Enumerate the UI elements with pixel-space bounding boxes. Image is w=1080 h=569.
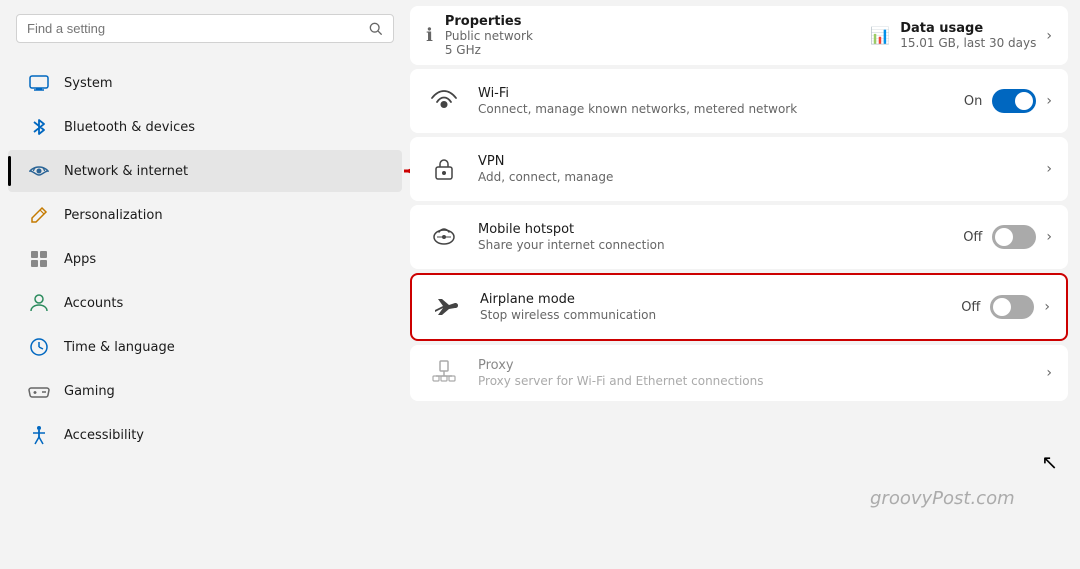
hotspot-right: Off ›: [963, 225, 1052, 249]
airplane-right: Off ›: [961, 295, 1050, 319]
vpn-card[interactable]: VPN Add, connect, manage ›: [410, 137, 1068, 201]
wifi-right: On ›: [964, 89, 1052, 113]
sidebar: System Bluetooth & devices Network & int…: [0, 0, 410, 569]
properties-text: Properties Public network 5 GHz: [445, 14, 533, 57]
data-usage-subtitle: 15.01 GB, last 30 days: [900, 36, 1036, 50]
sidebar-item-label: System: [64, 76, 112, 91]
wifi-title: Wi-Fi: [478, 86, 948, 101]
sidebar-item-system[interactable]: System: [8, 62, 402, 104]
airplane-text: Airplane mode Stop wireless communicatio…: [480, 292, 945, 322]
hotspot-chevron: ›: [1046, 229, 1052, 245]
sidebar-item-bluetooth[interactable]: Bluetooth & devices: [8, 106, 402, 148]
hotspot-icon: [426, 219, 462, 255]
hotspot-card[interactable]: Mobile hotspot Share your internet conne…: [410, 205, 1068, 269]
data-usage-title: Data usage: [900, 21, 1036, 36]
proxy-chevron: ›: [1046, 365, 1052, 381]
sidebar-item-time[interactable]: Time & language: [8, 326, 402, 368]
arrow-annotation: [394, 158, 410, 184]
sidebar-item-gaming[interactable]: Gaming: [8, 370, 402, 412]
main-content: ℹ Properties Public network 5 GHz 📊 Data…: [410, 0, 1080, 569]
data-usage-chevron: ›: [1046, 28, 1052, 44]
proxy-title: Proxy: [478, 358, 1030, 373]
wifi-desc: Connect, manage known networks, metered …: [478, 102, 948, 116]
sidebar-item-accounts[interactable]: Accounts: [8, 282, 402, 324]
properties-subtitle2: 5 GHz: [445, 43, 533, 57]
airplane-title: Airplane mode: [480, 292, 945, 307]
sidebar-item-label: Time & language: [64, 340, 175, 355]
airplane-chevron: ›: [1044, 299, 1050, 315]
sidebar-item-label: Gaming: [64, 384, 115, 399]
apps-icon: [28, 248, 50, 270]
wifi-toggle-thumb: [1015, 92, 1033, 110]
accessibility-icon: [28, 424, 50, 446]
sidebar-item-network[interactable]: Network & internet: [8, 150, 402, 192]
vpn-text: VPN Add, connect, manage: [478, 154, 1030, 184]
proxy-right: ›: [1046, 365, 1052, 381]
sidebar-item-label: Bluetooth & devices: [64, 120, 195, 135]
wifi-icon: [426, 83, 462, 119]
vpn-title: VPN: [478, 154, 1030, 169]
vpn-right: ›: [1046, 161, 1052, 177]
content-area: ℹ Properties Public network 5 GHz 📊 Data…: [410, 0, 1068, 569]
data-usage-text: Data usage 15.01 GB, last 30 days: [900, 21, 1036, 50]
vpn-desc: Add, connect, manage: [478, 170, 1030, 184]
wifi-status: On: [964, 94, 982, 109]
top-partial-card[interactable]: ℹ Properties Public network 5 GHz 📊 Data…: [410, 6, 1068, 65]
proxy-card[interactable]: Proxy Proxy server for Wi-Fi and Etherne…: [410, 345, 1068, 401]
airplane-toggle-thumb: [993, 298, 1011, 316]
bluetooth-icon: [28, 116, 50, 138]
wifi-card[interactable]: Wi-Fi Connect, manage known networks, me…: [410, 69, 1068, 133]
controller-icon: [28, 380, 50, 402]
airplane-icon: [428, 289, 464, 325]
properties-title: Properties: [445, 14, 533, 29]
search-input[interactable]: [27, 21, 361, 36]
wifi-toggle[interactable]: [992, 89, 1036, 113]
airplane-status: Off: [961, 300, 980, 315]
sidebar-item-label: Accounts: [64, 296, 123, 311]
sidebar-item-label: Apps: [64, 252, 96, 267]
hotspot-toggle-thumb: [995, 228, 1013, 246]
wifi-chevron: ›: [1046, 93, 1052, 109]
network-icon: [28, 160, 50, 182]
proxy-icon: [426, 355, 462, 391]
sidebar-item-label: Accessibility: [64, 428, 144, 443]
sidebar-item-accessibility[interactable]: Accessibility: [8, 414, 402, 456]
wifi-text: Wi-Fi Connect, manage known networks, me…: [478, 86, 948, 116]
properties-subtitle1: Public network: [445, 29, 533, 43]
hotspot-toggle[interactable]: [992, 225, 1036, 249]
airplane-desc: Stop wireless communication: [480, 308, 945, 322]
properties-section: ℹ Properties Public network 5 GHz: [426, 14, 533, 57]
hotspot-text: Mobile hotspot Share your internet conne…: [478, 222, 947, 252]
airplane-toggle[interactable]: [990, 295, 1034, 319]
pencil-icon: [28, 204, 50, 226]
search-icon: [369, 22, 383, 36]
search-box[interactable]: [16, 14, 394, 43]
sidebar-item-label: Network & internet: [64, 164, 188, 179]
monitor-icon: [28, 72, 50, 94]
vpn-icon: [426, 151, 462, 187]
person-icon: [28, 292, 50, 314]
vpn-chevron: ›: [1046, 161, 1052, 177]
hotspot-title: Mobile hotspot: [478, 222, 947, 237]
hotspot-status: Off: [963, 230, 982, 245]
sidebar-item-personalization[interactable]: Personalization: [8, 194, 402, 236]
sidebar-item-label: Personalization: [64, 208, 163, 223]
cursor: ↖: [1041, 450, 1058, 474]
proxy-desc: Proxy server for Wi-Fi and Ethernet conn…: [478, 374, 1030, 388]
data-usage-section: 📊 Data usage 15.01 GB, last 30 days ›: [870, 21, 1052, 50]
clock-icon: [28, 336, 50, 358]
info-icon: ℹ: [426, 25, 433, 46]
data-usage-icon: 📊: [870, 26, 890, 45]
airplane-card[interactable]: Airplane mode Stop wireless communicatio…: [410, 273, 1068, 341]
sidebar-item-apps[interactable]: Apps: [8, 238, 402, 280]
hotspot-desc: Share your internet connection: [478, 238, 947, 252]
proxy-text: Proxy Proxy server for Wi-Fi and Etherne…: [478, 358, 1030, 388]
